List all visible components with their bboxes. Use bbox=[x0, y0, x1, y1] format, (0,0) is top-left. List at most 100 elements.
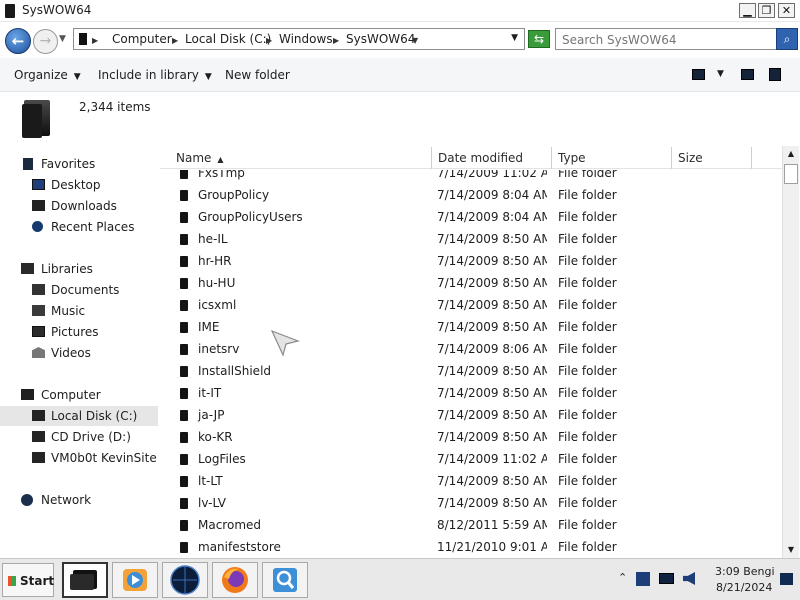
start-button[interactable]: Start bbox=[2, 563, 54, 597]
address-bar[interactable]: ▶ Computer ▶ Local Disk (C:) ▶ Windows ▶… bbox=[73, 28, 525, 50]
show-desktop-icon[interactable] bbox=[780, 573, 793, 585]
breadcrumb-computer[interactable]: Computer bbox=[112, 32, 172, 46]
breadcrumb-local-disk[interactable]: Local Disk (C:) bbox=[185, 32, 271, 46]
nav-item-label: Pictures bbox=[51, 325, 99, 339]
table-row[interactable]: ja-JP 7/14/2009 8:50 AM File folder bbox=[160, 404, 782, 426]
taskbar-browser-globe[interactable] bbox=[162, 562, 208, 598]
search-box[interactable]: ⌕ bbox=[555, 28, 798, 50]
table-row[interactable]: GroupPolicy 7/14/2009 8:04 AM File folder bbox=[160, 184, 782, 206]
close-button[interactable]: ✕ bbox=[778, 3, 795, 18]
nav-item-local-disk[interactable]: Local Disk (C:) bbox=[0, 406, 158, 426]
table-row[interactable]: manifeststore 11/21/2010 9:01 AM File fold… bbox=[160, 536, 782, 558]
vertical-scrollbar[interactable]: ▲ ▼ bbox=[782, 146, 799, 558]
table-row[interactable]: IME 7/14/2009 8:50 AM File folder bbox=[160, 316, 782, 338]
nav-item-network-drive[interactable]: VM0b0t KevinSite bbox=[0, 448, 158, 468]
nav-libraries[interactable]: Libraries bbox=[0, 259, 158, 279]
include-in-library-menu[interactable]: Include in library ▼ bbox=[98, 68, 212, 82]
nav-network[interactable]: Network bbox=[0, 490, 158, 510]
breadcrumb-chevron-icon[interactable]: ▶ bbox=[266, 32, 272, 46]
view-options-dropdown[interactable]: ▼ bbox=[717, 69, 724, 79]
address-row: ← → ▼ ▶ Computer ▶ Local Disk (C:) ▶ Win… bbox=[0, 22, 800, 58]
nav-item-cd-drive[interactable]: CD Drive (D:) bbox=[0, 427, 158, 447]
table-row[interactable]: Macromed 8/12/2011 5:59 AM File folder bbox=[160, 514, 782, 536]
minimize-button[interactable]: ▁ bbox=[739, 3, 756, 18]
breadcrumb-chevron-icon[interactable]: ▶ bbox=[333, 32, 339, 46]
scroll-up-icon[interactable]: ▲ bbox=[783, 146, 799, 162]
folder-icon bbox=[180, 366, 188, 377]
breadcrumb-chevron-icon[interactable]: ▶ bbox=[172, 32, 178, 46]
nav-item-videos[interactable]: Videos bbox=[0, 343, 158, 363]
table-row[interactable]: lt-LT 7/14/2009 8:50 AM File folder bbox=[160, 470, 782, 492]
table-row[interactable]: GroupPolicyUsers 7/14/2009 8:04 AM File fo… bbox=[160, 206, 782, 228]
nav-item-label: Local Disk (C:) bbox=[51, 409, 138, 423]
change-view-icon[interactable] bbox=[692, 69, 705, 80]
help-icon[interactable] bbox=[769, 68, 781, 81]
scroll-thumb[interactable] bbox=[784, 164, 798, 184]
forward-button[interactable]: → bbox=[33, 29, 58, 54]
file-name: lv-LV bbox=[198, 496, 227, 510]
action-center-icon[interactable] bbox=[636, 572, 650, 586]
start-label: Start bbox=[20, 574, 55, 588]
nav-item-downloads[interactable]: Downloads bbox=[0, 196, 158, 216]
column-header-date[interactable]: Date modified bbox=[432, 147, 552, 169]
volume-icon[interactable] bbox=[683, 572, 695, 585]
refresh-button[interactable]: ⇆ bbox=[528, 30, 550, 48]
table-row[interactable]: InstallShield 7/14/2009 8:50 AM File folde… bbox=[160, 360, 782, 382]
window-title: SysWOW64 bbox=[22, 3, 92, 17]
taskbar-firefox[interactable] bbox=[212, 562, 258, 598]
back-button[interactable]: ← bbox=[5, 28, 31, 54]
nav-item-label: Desktop bbox=[51, 178, 101, 192]
search-input[interactable] bbox=[562, 32, 772, 47]
clock[interactable]: 3:09 Bengi 8/21/2024 bbox=[700, 564, 775, 596]
table-row[interactable]: FxsTmp 7/14/2009 11:02 AM File folder bbox=[160, 170, 782, 184]
organize-menu[interactable]: Organize ▼ bbox=[14, 68, 81, 82]
folder-icon bbox=[180, 498, 188, 509]
table-row[interactable]: he-IL 7/14/2009 8:50 AM File folder bbox=[160, 228, 782, 250]
file-date: 7/14/2009 8:06 AM bbox=[437, 342, 547, 356]
taskbar-media-player[interactable] bbox=[112, 562, 158, 598]
breadcrumb-syswow64[interactable]: SysWOW64 bbox=[346, 32, 415, 46]
table-row[interactable]: icsxml 7/14/2009 8:50 AM File folder bbox=[160, 294, 782, 316]
address-history-dropdown[interactable]: ▼ bbox=[511, 33, 518, 43]
restore-button[interactable]: ❐ bbox=[758, 3, 775, 18]
network-status-icon[interactable] bbox=[659, 573, 674, 584]
file-name: FxsTmp bbox=[198, 170, 245, 180]
clock-time: 3:09 Bengi bbox=[715, 565, 775, 578]
file-date: 7/14/2009 8:50 AM bbox=[437, 320, 547, 334]
nav-item-recent-places[interactable]: Recent Places bbox=[0, 217, 158, 237]
file-name: hr-HR bbox=[198, 254, 232, 268]
recent-pages-dropdown[interactable]: ▼ bbox=[59, 34, 66, 44]
column-header-type[interactable]: Type bbox=[552, 147, 672, 169]
file-date: 7/14/2009 8:50 AM bbox=[437, 430, 547, 444]
new-folder-button[interactable]: New folder bbox=[225, 68, 290, 82]
file-date: 7/14/2009 8:50 AM bbox=[437, 386, 547, 400]
file-name: it-IT bbox=[198, 386, 222, 400]
file-rows: FxsTmp 7/14/2009 11:02 AM File folder Grou… bbox=[160, 170, 782, 558]
table-row[interactable]: LogFiles 7/14/2009 11:02 AM File folder bbox=[160, 448, 782, 470]
taskbar-explorer[interactable] bbox=[62, 562, 108, 598]
nav-item-documents[interactable]: Documents bbox=[0, 280, 158, 300]
table-row[interactable]: lv-LV 7/14/2009 8:50 AM File folder bbox=[160, 492, 782, 514]
taskbar-search-app[interactable] bbox=[262, 562, 308, 598]
table-row[interactable]: ko-KR 7/14/2009 8:50 AM File folder bbox=[160, 426, 782, 448]
breadcrumb-chevron-icon[interactable]: ▼ bbox=[412, 32, 418, 46]
preview-pane-icon[interactable] bbox=[741, 69, 754, 80]
libraries-icon bbox=[21, 263, 34, 274]
table-row[interactable]: inetsrv 7/14/2009 8:06 AM File folder bbox=[160, 338, 782, 360]
table-row[interactable]: hr-HR 7/14/2009 8:50 AM File folder bbox=[160, 250, 782, 272]
column-header-name[interactable]: Name ▲ bbox=[170, 147, 432, 169]
breadcrumb-chevron-icon[interactable]: ▶ bbox=[92, 32, 98, 46]
nav-computer[interactable]: Computer bbox=[0, 385, 158, 405]
nav-item-pictures[interactable]: Pictures bbox=[0, 322, 158, 342]
nav-item-music[interactable]: Music bbox=[0, 301, 158, 321]
show-hidden-icons-icon[interactable]: ⌃ bbox=[618, 571, 627, 584]
table-row[interactable]: it-IT 7/14/2009 8:50 AM File folder bbox=[160, 382, 782, 404]
file-name: LogFiles bbox=[198, 452, 246, 466]
nav-item-desktop[interactable]: Desktop bbox=[0, 175, 158, 195]
search-icon[interactable]: ⌕ bbox=[776, 28, 798, 50]
table-row[interactable]: hu-HU 7/14/2009 8:50 AM File folder bbox=[160, 272, 782, 294]
column-header-size[interactable]: Size bbox=[672, 147, 752, 169]
breadcrumb-windows[interactable]: Windows bbox=[279, 32, 333, 46]
nav-favorites[interactable]: Favorites bbox=[0, 154, 158, 174]
scroll-down-icon[interactable]: ▼ bbox=[783, 542, 799, 558]
